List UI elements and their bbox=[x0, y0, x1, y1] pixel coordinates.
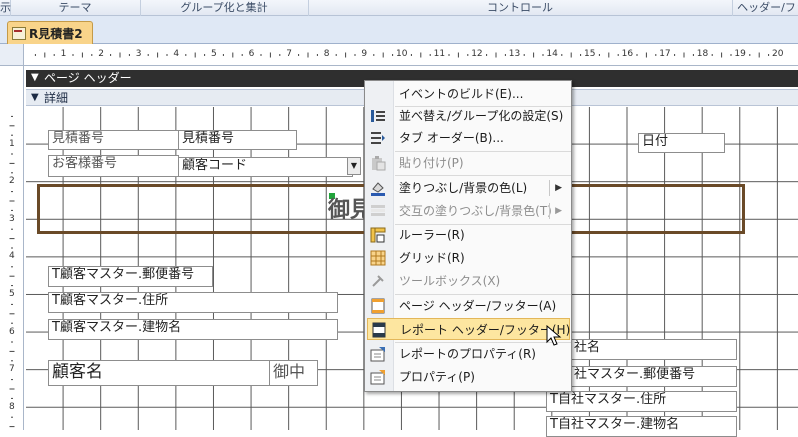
sort-group-icon bbox=[371, 110, 385, 122]
properties-icon bbox=[370, 370, 385, 385]
toolbox-icon bbox=[372, 275, 384, 287]
ruler-number: 4 bbox=[9, 251, 15, 262]
honorific-label[interactable]: 御中 bbox=[269, 360, 318, 386]
grid-icon bbox=[370, 250, 386, 266]
section-collapse-icon: ▼ bbox=[31, 72, 39, 83]
company-postal-code-textbox[interactable]: 社マスター.郵便番号 bbox=[570, 366, 737, 387]
report-document-tab[interactable]: R見積書2 bbox=[7, 21, 93, 45]
estimate-number-label[interactable]: 見積番号 bbox=[48, 130, 179, 150]
ruler-number: 2 bbox=[9, 176, 15, 187]
ruler-number: 20 bbox=[772, 49, 784, 59]
ribbon-group-grouping: グループ化と集計 bbox=[140, 0, 309, 16]
ribbon-group-labels: 示 テーマ グループ化と集計 コントロール ヘッダー/フッタ bbox=[0, 0, 798, 29]
report-header-footer-icon bbox=[372, 322, 386, 338]
paste-icon bbox=[372, 156, 386, 171]
menu-item-fill-color[interactable]: 塗りつぶし/背景の色(L) ▶ bbox=[367, 177, 570, 199]
customer-code-combobox[interactable]: 顧客コード bbox=[178, 157, 353, 177]
customer-number-label[interactable]: お客様番号 bbox=[48, 155, 179, 177]
menu-item-grid[interactable]: グリッド(R) bbox=[367, 247, 570, 269]
ruler-number: 7 bbox=[9, 364, 15, 375]
menu-item-report-header-footer[interactable]: レポート ヘッダー/フッター(H) bbox=[367, 318, 570, 340]
page-header-section-label: ページ ヘッダー bbox=[44, 71, 132, 85]
ruler-number: 14 bbox=[546, 49, 558, 59]
ruler-number: 8 bbox=[9, 401, 15, 412]
menu-item-properties[interactable]: プロパティ(P) bbox=[367, 366, 570, 388]
context-menu: イベントのビルド(E)... 並べ替え/グループ化の設定(S) タブ オーダー(… bbox=[364, 80, 572, 392]
ruler-icon bbox=[370, 227, 386, 243]
ribbon-group-controls: コントロール bbox=[308, 0, 733, 16]
ribbon-group-theme: テーマ bbox=[10, 0, 141, 16]
customer-name-textbox[interactable]: 顧客名 bbox=[48, 360, 275, 386]
combo-dropdown-arrow-icon[interactable]: ▼ bbox=[347, 157, 361, 175]
ruler-number: 18 bbox=[696, 49, 709, 59]
document-tab-bar: R見積書2 bbox=[0, 16, 798, 45]
horizontal-ruler[interactable]: 1 2 3 4 5 6 7 8 9 10 11 12 13 14 15 16 17 18 19 20 bbox=[24, 44, 798, 66]
ruler-corner[interactable] bbox=[0, 44, 24, 66]
menu-item-build-event[interactable]: イベントのビルド(E)... bbox=[367, 83, 570, 105]
ruler-number: 5 bbox=[211, 49, 217, 59]
company-name-textbox[interactable]: 社名 bbox=[570, 339, 737, 360]
ruler-number: 4 bbox=[173, 49, 180, 59]
customer-building-textbox[interactable]: T顧客マスター.建物名 bbox=[48, 319, 338, 340]
page-header-footer-icon bbox=[371, 298, 385, 314]
ruler-number: 19 bbox=[734, 49, 746, 59]
menu-item-ruler[interactable]: ルーラー(R) bbox=[367, 224, 570, 246]
ruler-number: 13 bbox=[508, 49, 521, 59]
submenu-arrow-icon: ▶ bbox=[555, 183, 562, 193]
menu-item-paste[interactable]: 貼り付け(P) bbox=[367, 152, 570, 174]
ruler-number: 6 bbox=[248, 49, 255, 59]
vertical-ruler-ticks bbox=[9, 115, 15, 428]
alternate-fill-icon bbox=[371, 205, 385, 216]
fill-color-icon bbox=[371, 182, 385, 196]
ruler-number: 17 bbox=[659, 49, 671, 59]
ruler-number: 15 bbox=[584, 49, 596, 59]
tab-order-icon bbox=[371, 132, 385, 144]
report-icon bbox=[12, 27, 26, 40]
customer-postal-code-textbox[interactable]: T顧客マスター.郵便番号 bbox=[48, 266, 213, 287]
menu-item-page-header-footer[interactable]: ページ ヘッダー/フッター(A) bbox=[367, 295, 570, 317]
detail-section-label: 詳細 bbox=[44, 91, 69, 105]
ruler-number: 7 bbox=[286, 49, 292, 59]
vertical-ruler[interactable]: 1 2 3 4 5 6 7 8 bbox=[0, 66, 24, 430]
ruler-number: 3 bbox=[135, 49, 142, 59]
ruler-number: 10 bbox=[396, 49, 408, 59]
ruler-number: 12 bbox=[471, 49, 483, 59]
ruler-number: 9 bbox=[361, 49, 368, 59]
ruler-number: 1 bbox=[60, 49, 67, 59]
ribbon-group-header-footer: ヘッダー/フッタ bbox=[737, 1, 798, 29]
menu-item-report-properties[interactable]: レポートのプロパティ(R) bbox=[367, 343, 570, 365]
date-textbox[interactable]: 日付 bbox=[638, 133, 725, 153]
mouse-cursor-icon bbox=[546, 325, 562, 346]
ruler-number: 11 bbox=[433, 49, 446, 59]
menu-item-sorting-grouping[interactable]: 並べ替え/グループ化の設定(S) bbox=[367, 105, 570, 127]
ruler-number: 2 bbox=[98, 49, 104, 59]
company-address-textbox[interactable]: T自社マスター.住所 bbox=[546, 391, 737, 412]
submenu-arrow-icon: ▶ bbox=[555, 206, 562, 216]
menu-item-tab-order[interactable]: タブ オーダー(B)... bbox=[367, 127, 570, 149]
document-tab-label: R見積書2 bbox=[29, 27, 83, 41]
ruler-number: 3 bbox=[9, 213, 15, 224]
menu-item-alternate-fill[interactable]: 交互の塗りつぶし/背景色(T) ▶ bbox=[367, 200, 570, 222]
company-building-textbox[interactable]: T自社マスター.建物名 bbox=[546, 416, 737, 437]
ruler-number: 8 bbox=[323, 49, 330, 59]
ruler-number: 1 bbox=[9, 138, 15, 149]
report-properties-icon bbox=[370, 347, 385, 362]
ruler-number: 16 bbox=[621, 49, 634, 59]
ruler-number: 6 bbox=[9, 326, 15, 337]
customer-address-textbox[interactable]: T顧客マスター.住所 bbox=[48, 292, 338, 313]
menu-separator bbox=[395, 175, 571, 176]
section-collapse-icon: ▼ bbox=[31, 92, 39, 103]
ruler-number: 5 bbox=[9, 289, 15, 299]
estimate-number-textbox[interactable]: 見積番号 bbox=[178, 130, 297, 150]
menu-item-toolbox[interactable]: ツールボックス(X) bbox=[367, 270, 570, 292]
